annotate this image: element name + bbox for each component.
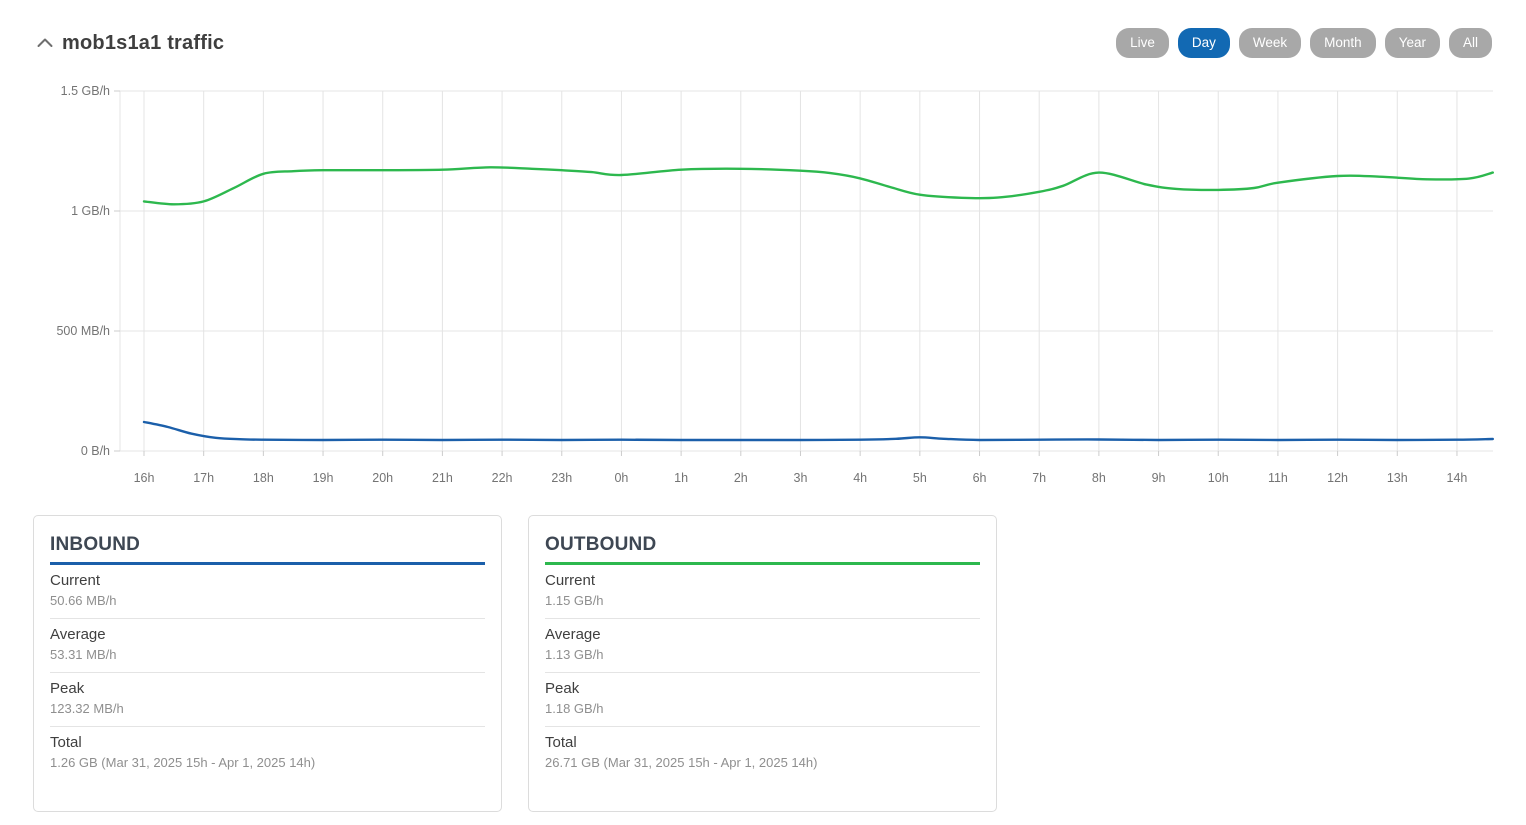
traffic-chart: 1.5 GB/h 1 GB/h 500 MB/h 0 B/h 16h 17h 18h 19h…	[0, 84, 1526, 484]
stat-label: Peak	[50, 680, 485, 698]
stat-row-total: Total 26.71 GB (Mar 31, 2025 15h - Apr 1…	[545, 727, 980, 780]
chart-gridlines	[120, 91, 1493, 451]
stat-row-current: Current 50.66 MB/h	[50, 565, 485, 619]
x-axis-label: 21h	[418, 470, 466, 486]
stat-value: 1.26 GB (Mar 31, 2025 15h - Apr 1, 2025 …	[50, 755, 485, 771]
stat-value: 1.13 GB/h	[545, 647, 980, 663]
stat-value: 50.66 MB/h	[50, 593, 485, 609]
x-axis-label: 8h	[1075, 470, 1123, 486]
y-axis-label: 1.5 GB/h	[0, 83, 110, 99]
outbound-card: OUTBOUND Current 1.15 GB/h Average 1.13 …	[528, 515, 997, 812]
x-axis-label: 12h	[1314, 470, 1362, 486]
stat-value: 1.15 GB/h	[545, 593, 980, 609]
stat-label: Average	[50, 626, 485, 644]
x-axis-label: 3h	[776, 470, 824, 486]
page-title: mob1s1a1 traffic	[62, 32, 224, 55]
y-axis-label: 1 GB/h	[0, 203, 110, 219]
x-axis-label: 10h	[1194, 470, 1242, 486]
range-button-day[interactable]: Day	[1178, 28, 1230, 58]
summary-cards: INBOUND Current 50.66 MB/h Average 53.31…	[33, 515, 997, 812]
x-axis-label: 22h	[478, 470, 526, 486]
x-axis-label: 0h	[597, 470, 645, 486]
series-outbound-line	[144, 167, 1493, 204]
stat-row-peak: Peak 123.32 MB/h	[50, 673, 485, 727]
series-inbound-line	[144, 422, 1493, 440]
stat-value: 53.31 MB/h	[50, 647, 485, 663]
stat-value: 1.18 GB/h	[545, 701, 980, 717]
x-axis-label: 1h	[657, 470, 705, 486]
stat-label: Current	[50, 572, 485, 590]
stat-row-average: Average 1.13 GB/h	[545, 619, 980, 673]
inbound-card-title: INBOUND	[50, 533, 485, 556]
chevron-up-icon	[37, 37, 53, 48]
x-axis-label: 19h	[299, 470, 347, 486]
stat-row-peak: Peak 1.18 GB/h	[545, 673, 980, 727]
stat-label: Total	[50, 734, 485, 752]
stat-row-total: Total 1.26 GB (Mar 31, 2025 15h - Apr 1,…	[50, 727, 485, 780]
inbound-card: INBOUND Current 50.66 MB/h Average 53.31…	[33, 515, 502, 812]
stat-label: Total	[545, 734, 980, 752]
stat-value: 26.71 GB (Mar 31, 2025 15h - Apr 1, 2025…	[545, 755, 980, 771]
chart-axis-ticks	[114, 91, 1457, 456]
x-axis-label: 9h	[1135, 470, 1183, 486]
x-axis-label: 2h	[717, 470, 765, 486]
panel-header: mob1s1a1 traffic Live Day Week Month Yea…	[36, 28, 1492, 58]
x-axis-label: 20h	[359, 470, 407, 486]
y-axis-label: 0 B/h	[0, 443, 110, 459]
range-button-week[interactable]: Week	[1239, 28, 1301, 58]
x-axis-label: 6h	[956, 470, 1004, 486]
x-axis-label: 16h	[120, 470, 168, 486]
range-button-all[interactable]: All	[1449, 28, 1492, 58]
y-axis-label: 500 MB/h	[0, 323, 110, 339]
range-button-year[interactable]: Year	[1385, 28, 1440, 58]
x-axis-label: 14h	[1433, 470, 1481, 486]
stat-label: Peak	[545, 680, 980, 698]
stat-value: 123.32 MB/h	[50, 701, 485, 717]
time-range-selector: Live Day Week Month Year All	[1116, 28, 1492, 58]
x-axis-label: 5h	[896, 470, 944, 486]
x-axis-label: 4h	[836, 470, 884, 486]
x-axis-label: 7h	[1015, 470, 1063, 486]
x-axis-label: 11h	[1254, 470, 1302, 486]
range-button-live[interactable]: Live	[1116, 28, 1169, 58]
stat-row-average: Average 53.31 MB/h	[50, 619, 485, 673]
stat-label: Current	[545, 572, 980, 590]
x-axis-label: 18h	[239, 470, 287, 486]
traffic-chart-svg	[108, 87, 1499, 461]
x-axis-label: 13h	[1373, 470, 1421, 486]
outbound-card-title: OUTBOUND	[545, 533, 980, 556]
collapse-chevron-icon[interactable]	[36, 36, 54, 48]
stat-label: Average	[545, 626, 980, 644]
x-axis-label: 17h	[180, 470, 228, 486]
range-button-month[interactable]: Month	[1310, 28, 1376, 58]
x-axis-label: 23h	[538, 470, 586, 486]
stat-row-current: Current 1.15 GB/h	[545, 565, 980, 619]
